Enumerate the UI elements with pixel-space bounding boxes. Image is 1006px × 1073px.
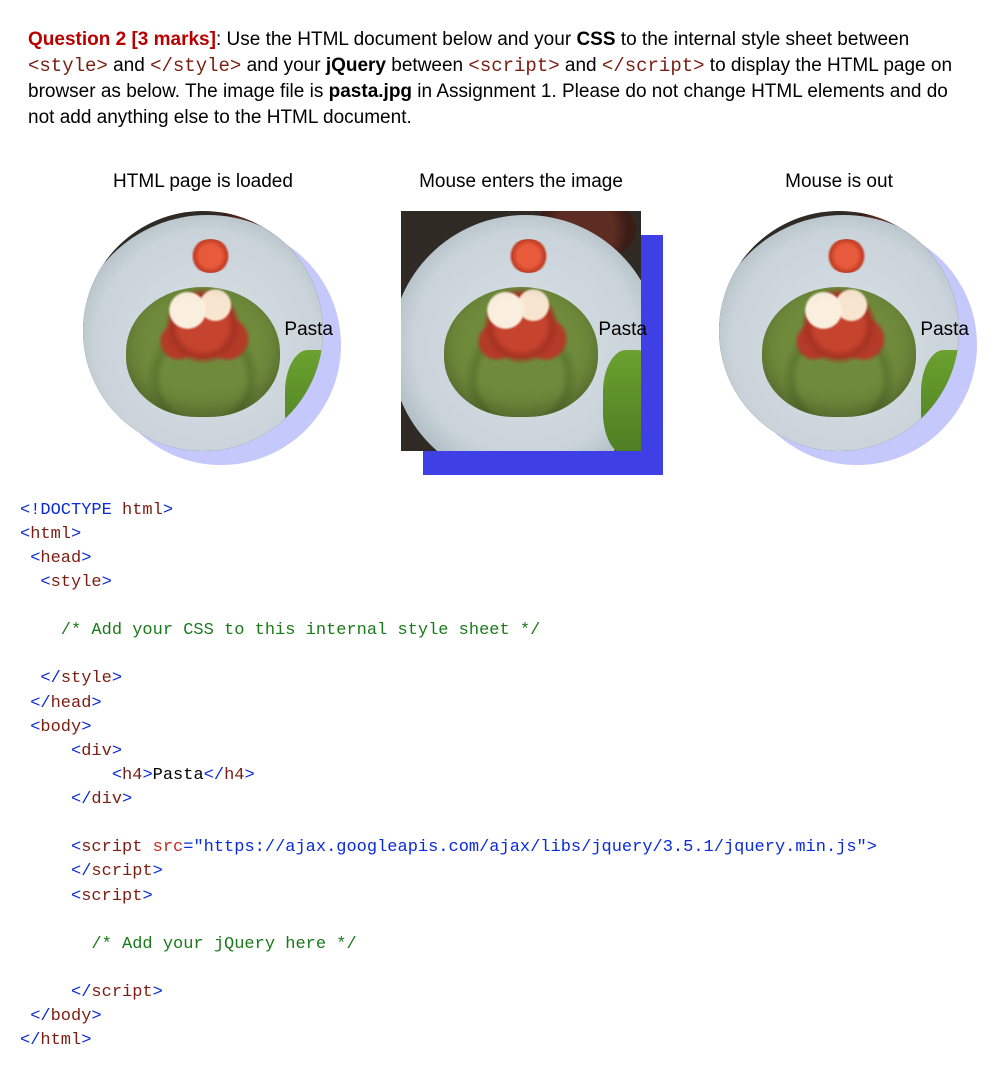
pasta-label: Pasta bbox=[284, 319, 333, 341]
state-loaded-title: HTML page is loaded bbox=[64, 171, 342, 193]
inline-code-style-open: <style> bbox=[28, 55, 108, 77]
pasta-out-figure: Pasta bbox=[719, 211, 959, 451]
state-hover-title: Mouse enters the image bbox=[382, 171, 660, 193]
pasta-label: Pasta bbox=[598, 319, 647, 341]
inline-code-script-open: <script> bbox=[468, 55, 559, 77]
state-out: Mouse is out Pasta bbox=[700, 171, 978, 451]
question-label: Question 2 [3 marks] bbox=[28, 29, 216, 50]
question-text: Question 2 [3 marks]: Use the HTML docum… bbox=[28, 27, 978, 131]
state-row: HTML page is loaded Pasta Mouse enters t… bbox=[64, 171, 978, 451]
pasta-loaded-figure: Pasta bbox=[83, 211, 323, 451]
code-block: <!DOCTYPE html> <html> <head> <style> /*… bbox=[20, 499, 978, 1054]
inline-code-style-close: </style> bbox=[150, 55, 241, 77]
state-out-title: Mouse is out bbox=[700, 171, 978, 193]
inline-code-script-close: </script> bbox=[602, 55, 705, 77]
state-hover: Mouse enters the image Pasta bbox=[382, 171, 660, 451]
pasta-label: Pasta bbox=[920, 319, 969, 341]
state-loaded: HTML page is loaded Pasta bbox=[64, 171, 342, 451]
pasta-hover-figure: Pasta bbox=[401, 211, 641, 451]
